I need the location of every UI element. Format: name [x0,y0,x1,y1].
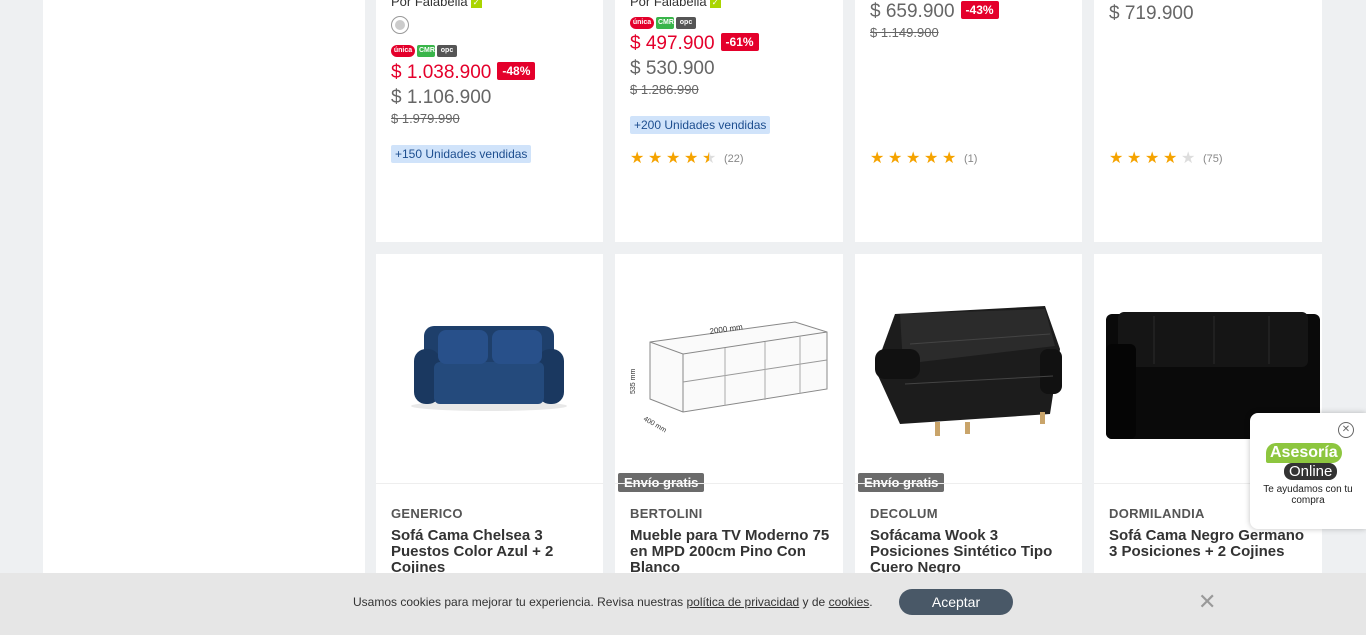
product-image[interactable] [376,254,603,483]
price-internet: $ 719.900 [1109,3,1194,24]
product-brand: DECOLUM [870,506,938,521]
discount-badge: -61% [720,33,759,51]
price-internet: $ 1.106.900 [391,87,492,108]
cmr-logo: CMR [417,45,435,57]
cmr-logo: CMR [656,17,674,29]
opc-logo: opc [437,45,457,57]
verified-icon: ✓ [709,0,721,9]
online-assistance-widget[interactable]: ✕ Asesoría Online Te ayudamos con tu com… [1250,413,1366,529]
chat-title: Asesoría [1266,443,1342,463]
seller-label: Por Falabella ✓ [391,0,482,9]
review-count: (1) [964,153,978,165]
seller-label: Por Falabella ✓ [630,0,721,9]
opc-logo: opc [676,17,696,29]
product-brand: GENERICO [391,506,463,521]
unica-logo: única [391,45,415,57]
product-title[interactable]: Sofá Cama Negro Germano 3 Posiciones + 2… [1109,528,1309,560]
cookies-link[interactable]: cookies [829,595,870,609]
star-icon: ★ [1109,150,1124,167]
payment-logos: única CMR opc [630,17,696,29]
discount-badge: -43% [960,1,999,19]
price-internet: $ 659.900 -43% [870,1,999,23]
product-card[interactable]: $ 659.900 -43% $ 1.149.900 ★ ★ ★ ★ ★ (1) [855,0,1082,242]
star-empty-icon: ★ [1181,150,1196,167]
card-divider [615,483,843,484]
product-card[interactable]: Por Falabella ✓ única CMR opc $ 1.038.900 -4… [376,0,603,242]
filters-sidebar [43,0,365,635]
review-count: (75) [1203,153,1223,165]
chat-title-online: Online [1284,463,1338,480]
star-rating: ★ ★ ★ ★ ★ (1) [870,150,978,167]
star-icon: ★ [942,150,957,167]
close-icon[interactable]: ✕ [1198,591,1216,613]
price-cmr: $ 497.900 -61% [630,33,759,55]
product-brand: DORMILANDIA [1109,506,1205,521]
card-divider [376,483,603,484]
price-cmr: $ 1.038.900 -48% [391,62,536,84]
card-divider [855,483,1082,484]
privacy-policy-link[interactable]: política de privacidad [686,595,799,609]
discount-badge: -48% [497,62,536,80]
star-icon: ★ [924,150,939,167]
star-rating: ★ ★ ★ ★ ★ (75) [1109,150,1223,167]
star-icon: ★ [870,150,885,167]
star-icon: ★ [648,150,663,167]
product-card[interactable]: $ 719.900 ★ ★ ★ ★ ★ (75) [1094,0,1322,242]
price-normal: $ 1.286.990 [630,82,699,97]
star-icon: ★ [1145,150,1160,167]
star-icon: ★ [1127,150,1142,167]
price-internet: $ 530.900 [630,58,715,79]
star-half-icon: ★ [702,150,717,167]
cookie-text: Usamos cookies para mejorar tu experienc… [353,595,873,609]
unica-logo: única [630,17,654,29]
color-swatch[interactable] [391,16,409,34]
product-brand: BERTOLINI [630,506,703,521]
units-sold-badge: +150 Unidades vendidas [391,145,532,163]
verified-icon: ✓ [470,0,482,9]
star-icon: ★ [888,150,903,167]
close-icon[interactable]: ✕ [1338,422,1354,438]
cookie-banner: Usamos cookies para mejorar tu experienc… [0,573,1366,635]
product-title[interactable]: Mueble para TV Moderno 75 en MPD 200cm P… [630,528,830,576]
product-image[interactable] [855,254,1082,483]
dimension-height-label: 535 mm [630,369,637,394]
star-icon: ★ [666,150,681,167]
star-icon: ★ [684,150,699,167]
product-image[interactable]: 2000 mm 535 mm 400 mm [615,254,843,483]
review-count: (22) [724,153,744,165]
price-normal: $ 1.979.990 [391,111,460,126]
product-title[interactable]: Sofácama Wook 3 Posiciones Sintético Tip… [870,528,1070,576]
chat-subtitle: Te ayudamos con tu compra [1263,484,1353,506]
star-rating: ★ ★ ★ ★ ★ (22) [630,150,744,167]
star-icon: ★ [630,150,645,167]
price-normal: $ 1.149.900 [870,25,939,40]
accept-cookies-button[interactable]: Aceptar [899,589,1013,615]
units-sold-badge: +200 Unidades vendidas [630,116,771,134]
star-icon: ★ [1163,150,1178,167]
payment-logos: única CMR opc [391,45,457,57]
star-icon: ★ [906,150,921,167]
product-title[interactable]: Sofá Cama Chelsea 3 Puestos Color Azul +… [391,528,591,576]
product-card[interactable]: Por Falabella ✓ única CMR opc $ 497.900 -61%… [615,0,843,242]
dimension-depth-label: 400 mm [642,416,668,435]
